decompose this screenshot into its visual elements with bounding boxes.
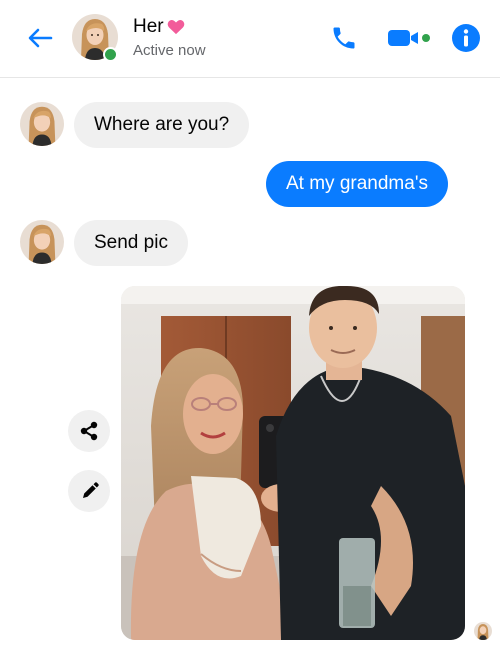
share-button[interactable] [68, 410, 110, 452]
active-status-dot [103, 47, 118, 62]
message-bubble-outgoing[interactable]: At my grandma's [266, 161, 448, 207]
sender-avatar[interactable] [20, 102, 64, 146]
message-bubble-incoming[interactable]: Send pic [74, 220, 188, 266]
video-camera-icon [388, 30, 430, 46]
phone-icon [333, 27, 355, 49]
video-call-button[interactable] [386, 22, 438, 54]
seen-indicator-avatar [474, 622, 492, 640]
selfie-image [121, 286, 465, 640]
back-arrow-icon [28, 28, 53, 48]
info-icon [452, 24, 480, 52]
voice-call-button[interactable] [328, 22, 360, 54]
contact-name[interactable]: Her [133, 16, 185, 38]
edit-pencil-icon [83, 482, 99, 498]
message-bubble-incoming[interactable]: Where are you? [74, 102, 250, 148]
active-status-text: Active now [133, 42, 206, 59]
sender-avatar[interactable] [20, 220, 64, 264]
chat-header: Her Active now [0, 0, 500, 78]
shared-photo[interactable] [121, 286, 465, 640]
edit-button[interactable] [68, 470, 110, 512]
share-icon [80, 421, 98, 441]
back-button[interactable] [22, 20, 58, 56]
contact-name-text: Her [133, 16, 164, 37]
heart-icon [167, 20, 184, 35]
info-button[interactable] [450, 22, 482, 54]
